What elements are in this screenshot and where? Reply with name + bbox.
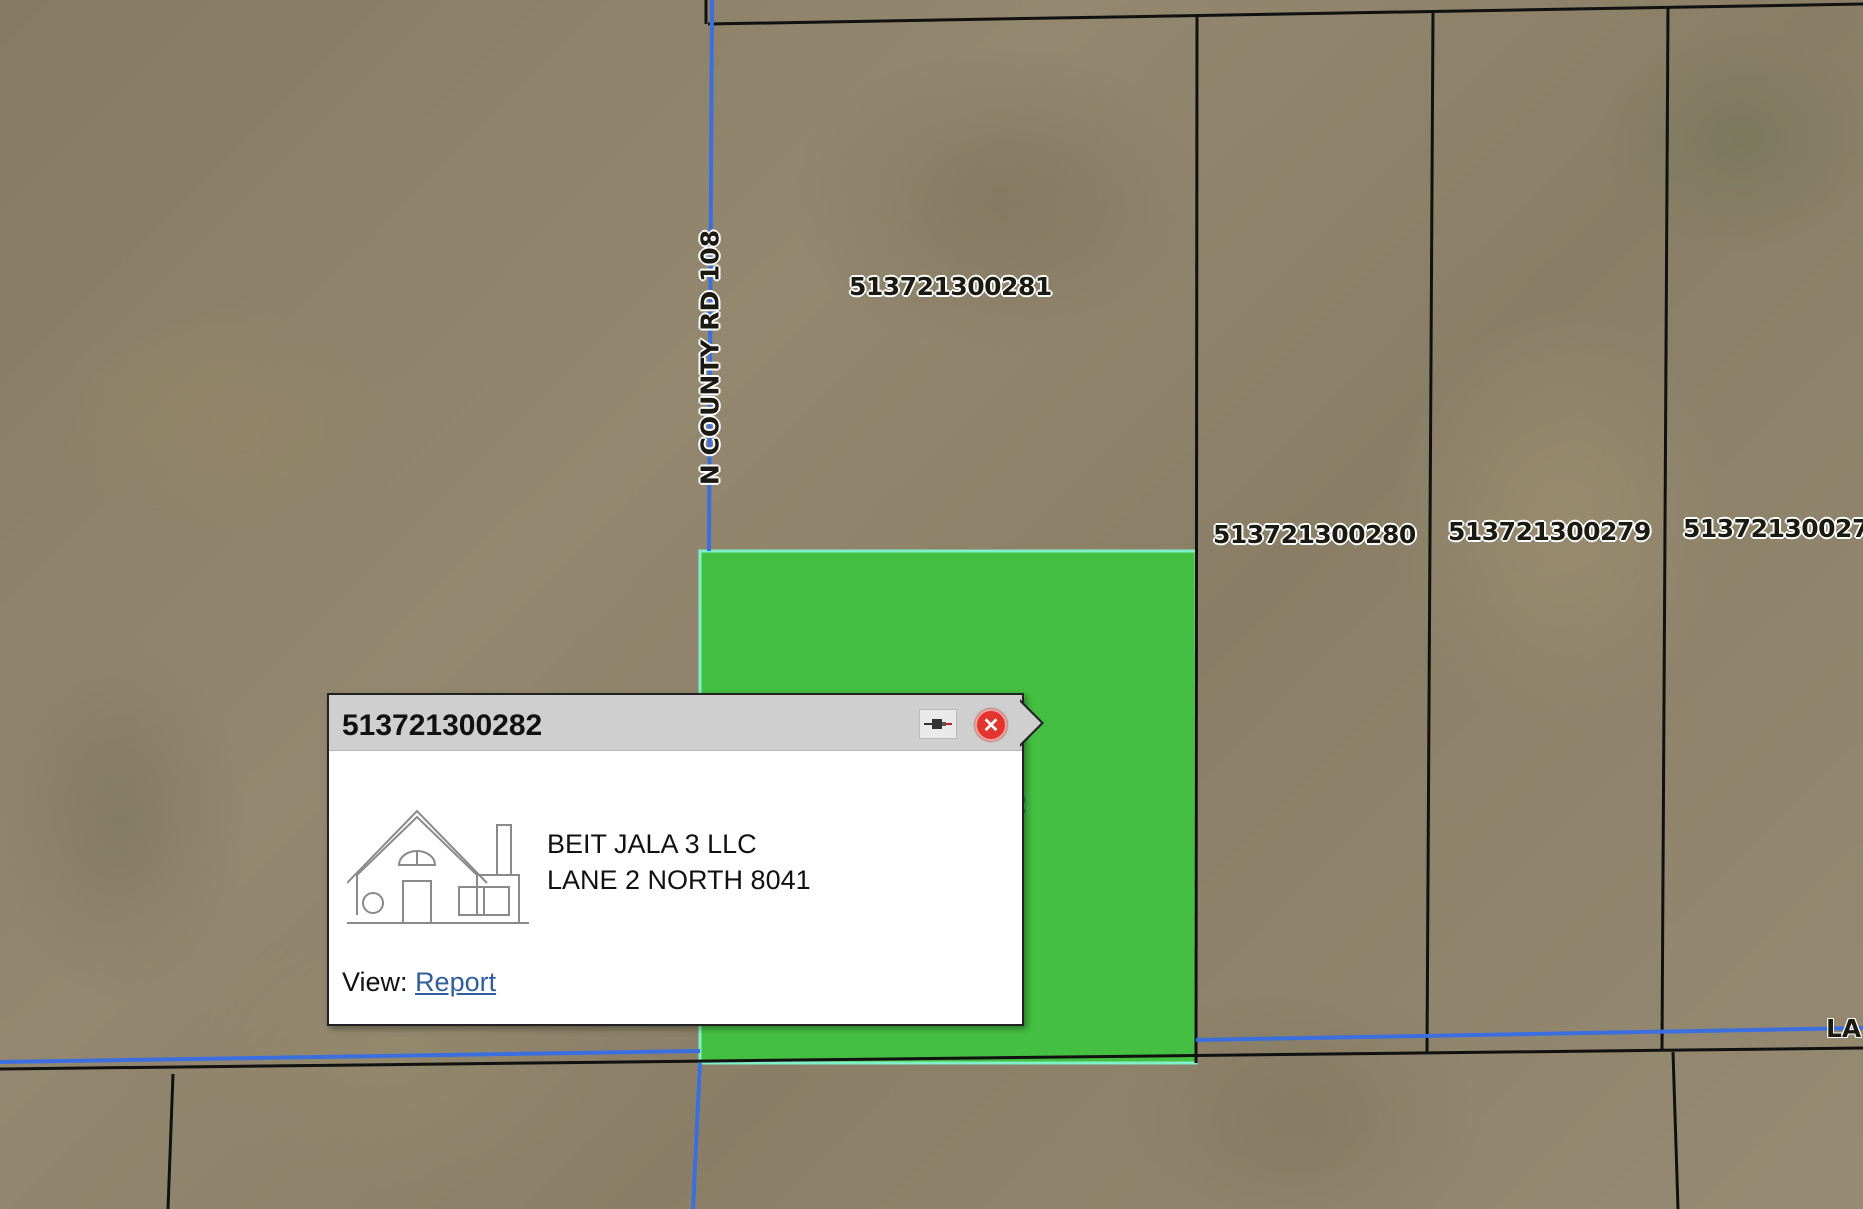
popup-arrow-inner [1020,702,1041,744]
parcel-label: 513721300280 [1213,520,1416,549]
map-vector-layer [0,0,1863,1209]
parcel-label: 51372130027 [1683,514,1863,543]
popup-title: 513721300282 [342,709,543,742]
road-label-lane: LA [1826,1014,1862,1043]
report-link[interactable]: Report [415,967,496,997]
owner-name: BEIT JALA 3 LLC [547,829,757,859]
parcel-label: 513721300281 [849,272,1052,301]
view-label: View: [342,967,408,997]
owner-address: LANE 2 NORTH 8041 [547,865,811,895]
close-button[interactable]: ✕ [975,709,1007,741]
view-row: View: Report [342,967,496,998]
parcel-popup: 513721300282 ✕ BEIT JALA 3 LLC LANE 2 NO… [327,693,1044,1026]
pin-button[interactable] [919,709,957,739]
close-icon: ✕ [982,714,1000,737]
parcel-label: 513721300279 [1448,517,1651,546]
road-label-county-rd: N COUNTY RD 108 [695,229,725,486]
popup-header: 513721300282 ✕ [329,695,1022,751]
map-canvas[interactable]: N COUNTY RD 108 LA 513721300281 51372130… [0,0,1863,1209]
pin-icon [924,719,952,729]
house-icon [347,809,529,924]
